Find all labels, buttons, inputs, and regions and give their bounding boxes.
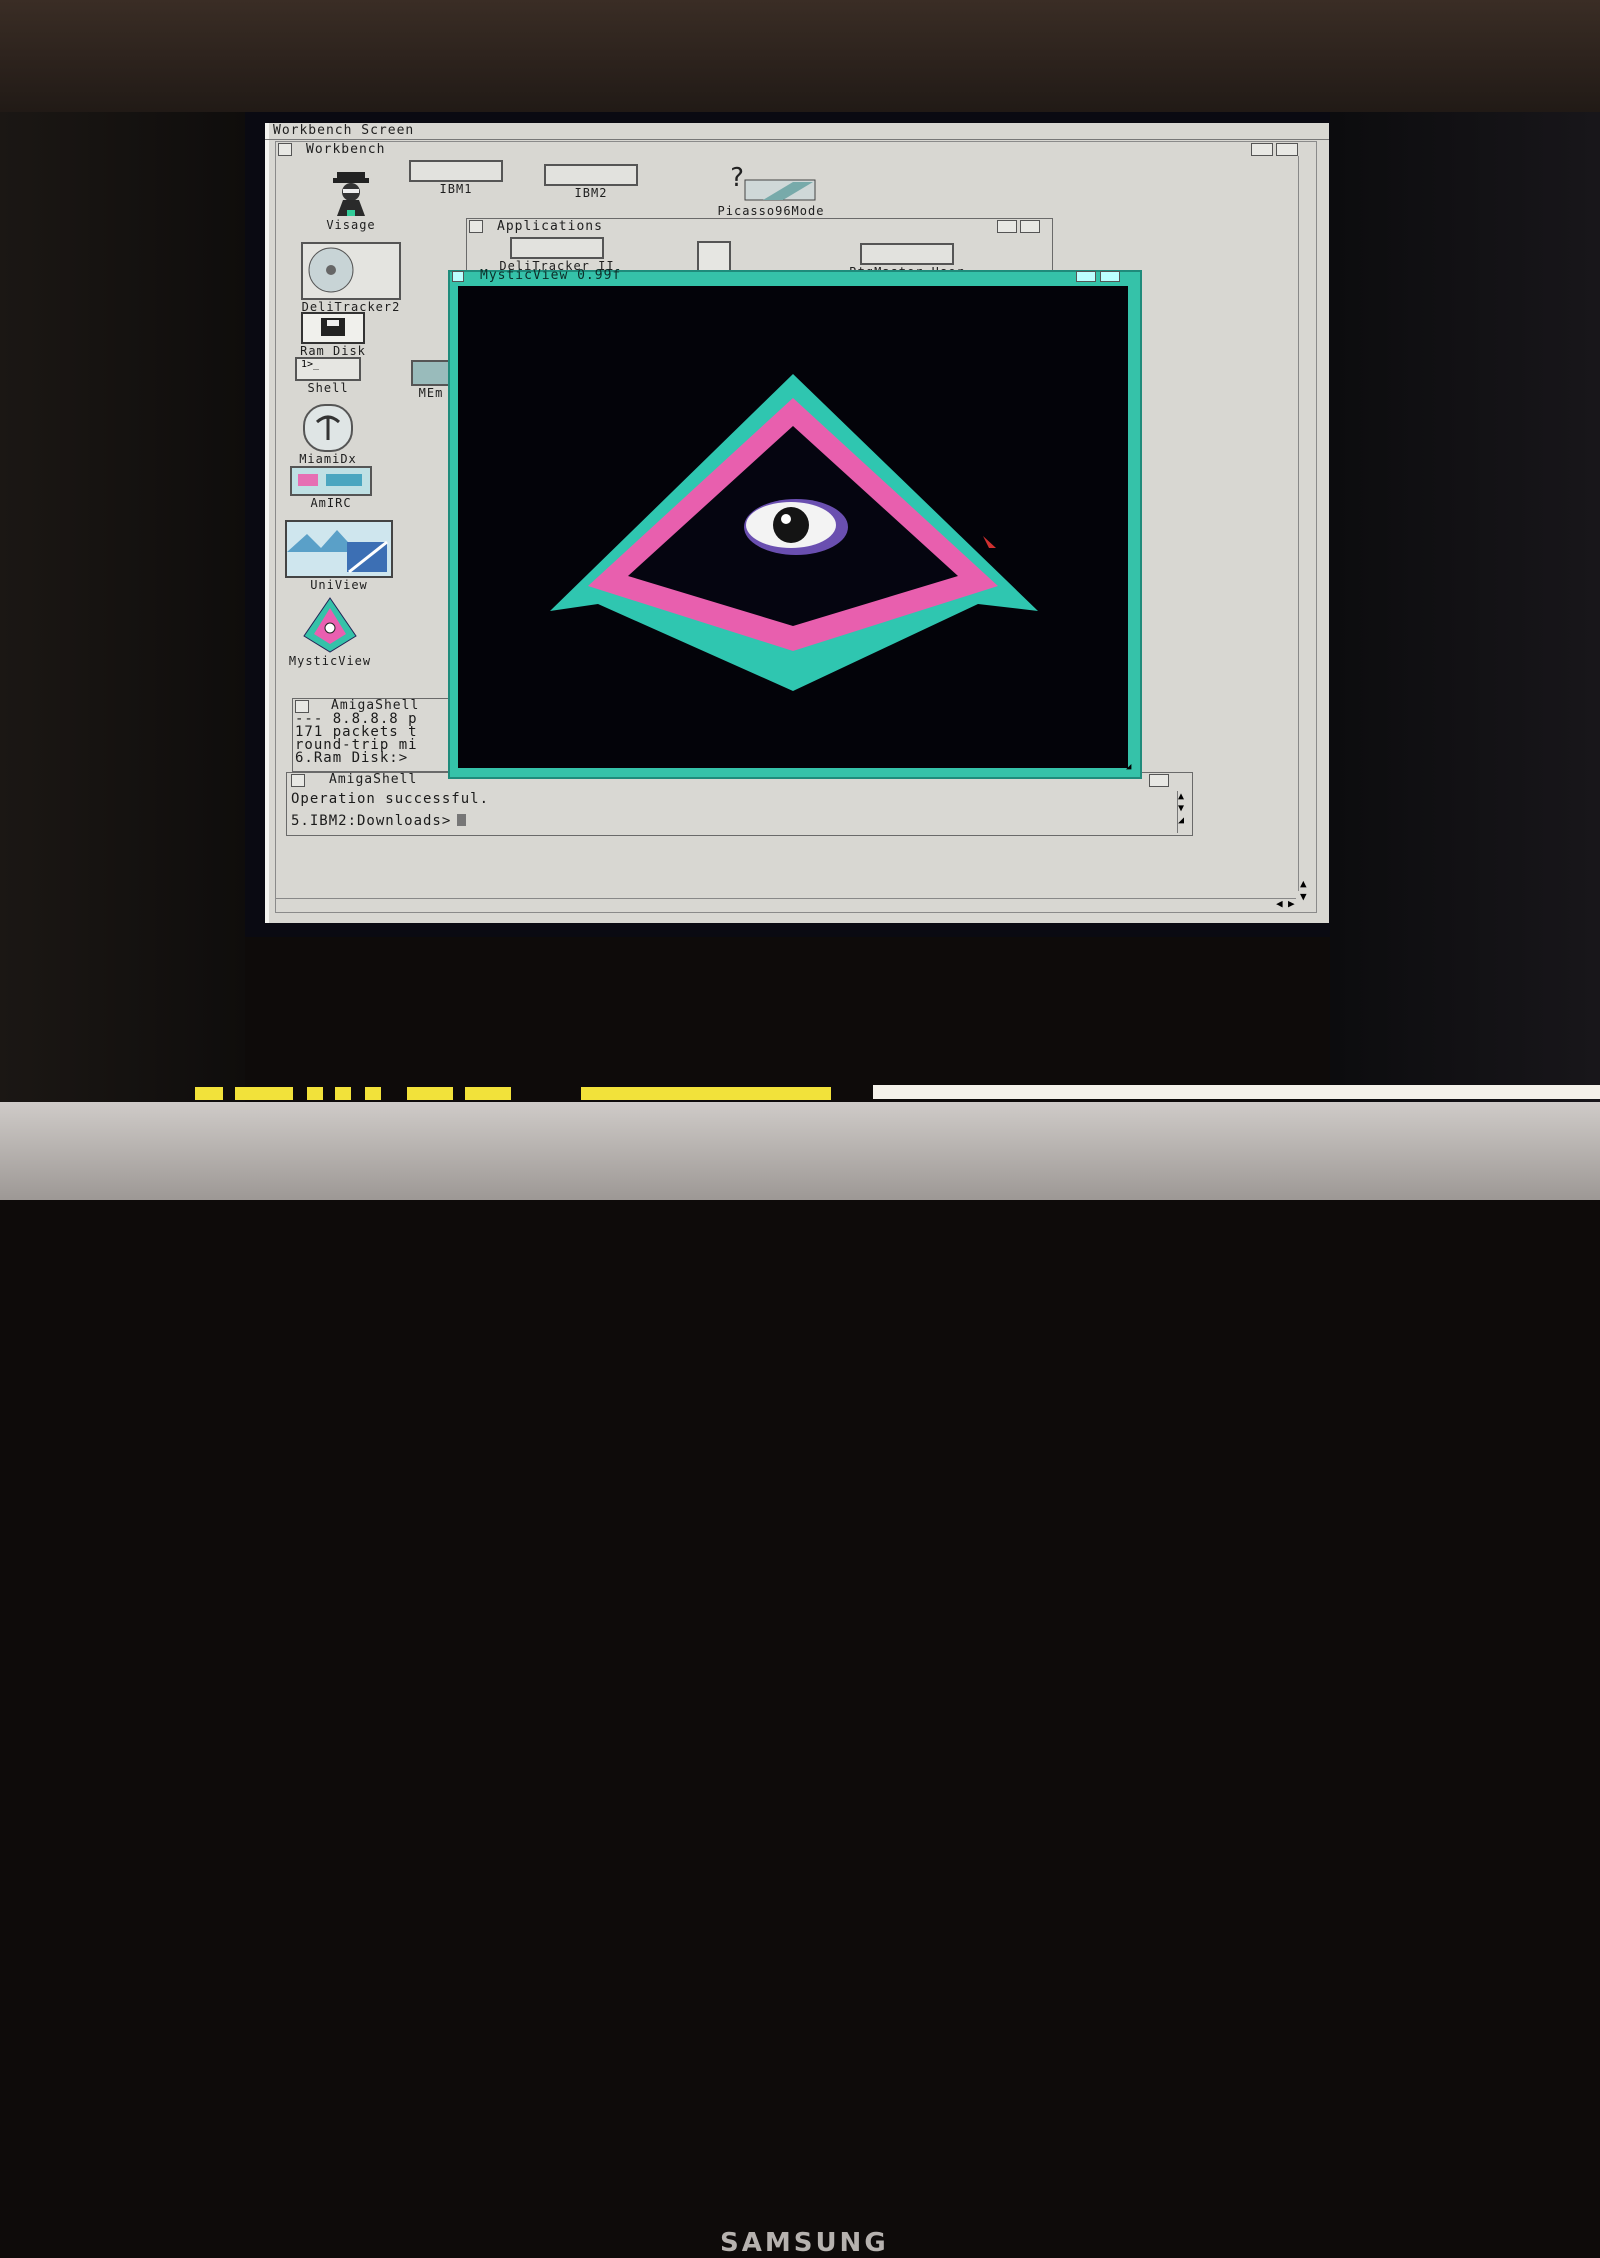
- horizontal-scrollbar[interactable]: [276, 898, 1296, 909]
- cd-icon: [301, 242, 401, 300]
- icon-ram-disk[interactable]: Ram Disk: [288, 312, 378, 358]
- monitor-brand-logo: SAMSUNG: [720, 2228, 889, 2258]
- scroll-right-icon[interactable]: ▶: [1288, 897, 1295, 910]
- resize-icon[interactable]: ◢: [1126, 762, 1131, 772]
- icon-label: Shell: [307, 381, 349, 395]
- monitor-bezel-bottom: SAMSUNG: [0, 1102, 1600, 2258]
- shell-prompt[interactable]: 5.IBM2:Downloads>: [291, 813, 467, 829]
- icon-label: Visage: [326, 218, 376, 232]
- close-icon[interactable]: [278, 143, 292, 156]
- visage-icon: [329, 170, 373, 218]
- icon-ibm1[interactable]: IBM1: [396, 160, 516, 196]
- window-title: MysticView 0.99f: [480, 268, 622, 283]
- mouse-pointer-icon: [983, 536, 996, 548]
- depth-icon[interactable]: [1149, 774, 1169, 787]
- icon-amirc[interactable]: AmIRC: [286, 466, 376, 510]
- resize-icon[interactable]: ◢: [1178, 815, 1192, 827]
- picasso-icon: ?: [723, 163, 819, 204]
- mysticview-icon: [302, 596, 358, 654]
- icon-ibm2[interactable]: IBM2: [531, 164, 651, 200]
- icon-label: Ram Disk: [300, 344, 366, 358]
- depth-icon[interactable]: [1276, 143, 1298, 156]
- drive-icon: [544, 164, 638, 186]
- scroll-up-icon[interactable]: ▲: [1300, 877, 1307, 890]
- mysticview-window[interactable]: MysticView 0.99f ◢: [448, 268, 1142, 779]
- shell-scrollbar[interactable]: ▲ ▼ ◢: [1177, 791, 1192, 833]
- icon-label: UniView: [310, 578, 368, 592]
- close-icon[interactable]: [452, 271, 464, 282]
- screen-title-divider: [265, 139, 1329, 140]
- image-view[interactable]: [458, 286, 1128, 768]
- monitor-bezel-top: [0, 0, 1600, 112]
- close-icon[interactable]: [291, 774, 305, 787]
- drive-icon: [860, 243, 954, 265]
- icon-label: MiamiDx: [299, 452, 357, 466]
- icon-uniview[interactable]: UniView: [284, 520, 394, 592]
- icon-label: Picasso96Mode: [717, 204, 825, 218]
- scroll-left-icon[interactable]: ◀: [1276, 897, 1283, 910]
- zoom-icon[interactable]: [1076, 271, 1096, 282]
- amigashell-window-1[interactable]: AmigaShell --- 8.8.8.8 p 171 packets t r…: [292, 698, 454, 772]
- shell-line: Operation successful.: [291, 791, 490, 807]
- miami-icon: [303, 404, 353, 452]
- mem-icon: [411, 360, 451, 386]
- icon-label: IBM1: [439, 182, 473, 196]
- window-title: AmigaShell: [329, 772, 418, 787]
- eye-pyramid-image: [550, 374, 1038, 691]
- screen-title: Workbench Screen: [273, 123, 415, 138]
- icon-mysticview[interactable]: MysticView: [280, 596, 380, 668]
- scroll-down-icon[interactable]: ▼: [1300, 890, 1307, 903]
- vertical-scrollbar[interactable]: [1298, 156, 1311, 891]
- depth-icon[interactable]: [1020, 220, 1040, 233]
- monitor-bezel-right: [1330, 112, 1600, 1102]
- zoom-icon[interactable]: [1251, 143, 1273, 156]
- text-cursor: [457, 814, 467, 826]
- zoom-icon[interactable]: [997, 220, 1017, 233]
- shell-prompt: 6.Ram Disk:>: [295, 750, 409, 766]
- depth-icon[interactable]: [1100, 271, 1120, 282]
- window-title: Applications: [497, 219, 603, 234]
- prompt-text: 5.IBM2:Downloads>: [291, 813, 452, 829]
- uniview-icon: [285, 520, 393, 578]
- monitor-bezel-left: [0, 112, 245, 1102]
- amigashell-window-2[interactable]: AmigaShell Operation successful. 5.IBM2:…: [286, 772, 1193, 836]
- svg-text:?: ?: [729, 164, 745, 193]
- icon-visage[interactable]: Visage: [316, 170, 386, 232]
- window-title: Workbench: [306, 142, 386, 157]
- drive-icon: [510, 237, 604, 259]
- icon-shell[interactable]: 1>_ Shell: [288, 357, 368, 395]
- icon-label: IBM2: [574, 186, 608, 200]
- shell-icon: 1>_: [295, 357, 361, 381]
- monitor-status-strip: [195, 1085, 1600, 1103]
- drive-icon: [409, 160, 503, 182]
- close-icon[interactable]: [469, 220, 483, 233]
- icon-miamidx[interactable]: MiamiDx: [288, 404, 368, 466]
- scroll-down-icon[interactable]: ▼: [1178, 803, 1192, 815]
- icon-label: AmIRC: [310, 496, 352, 510]
- amirc-icon: [290, 466, 372, 496]
- scroll-up-icon[interactable]: ▲: [1178, 791, 1192, 803]
- icon-label: MysticView: [288, 654, 372, 668]
- ram-disk-icon: [301, 312, 365, 344]
- icon-picasso96mode[interactable]: ? Picasso96Mode: [696, 163, 846, 218]
- icon-delitracker2[interactable]: DeliTracker2: [286, 242, 416, 314]
